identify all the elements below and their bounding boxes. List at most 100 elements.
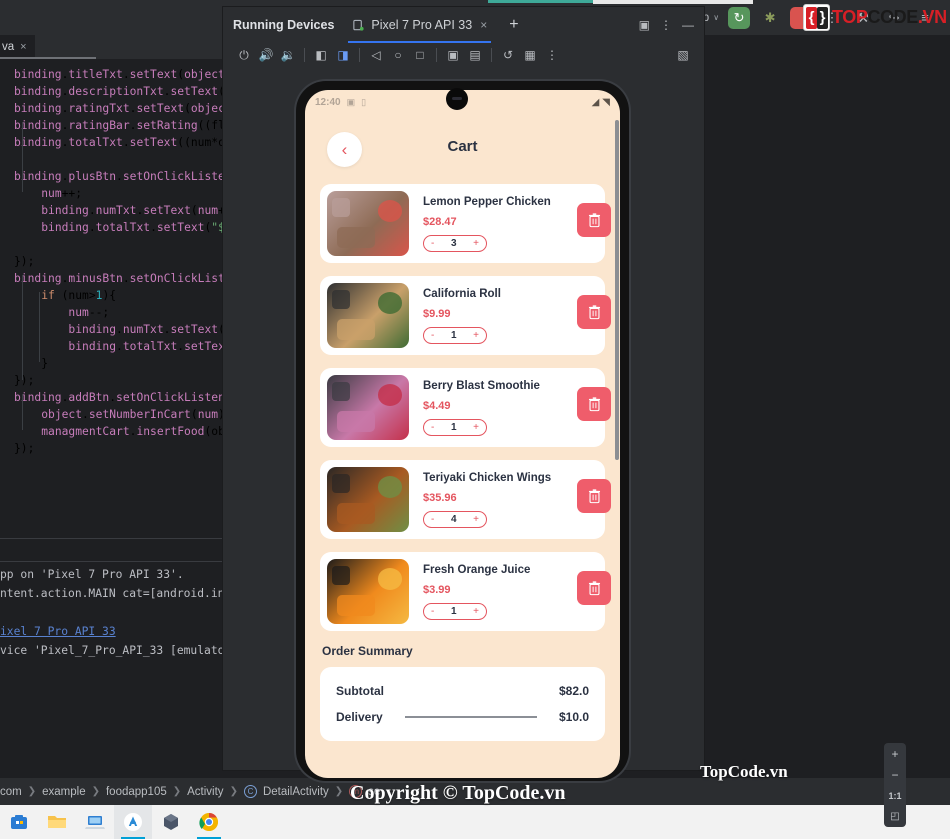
delete-item-button[interactable]	[577, 479, 611, 513]
watermark-bottom: Copyright © TopCode.vn	[350, 782, 566, 804]
actual-size-button[interactable]: 1:1	[884, 785, 906, 806]
code-line: num--;	[68, 306, 110, 319]
ui-inspector-icon[interactable]: ▦	[519, 44, 541, 66]
increment-button[interactable]: +	[473, 514, 479, 525]
device-explorer-icon[interactable]: ▧	[672, 44, 694, 66]
back-icon[interactable]: ◁	[365, 44, 387, 66]
breadcrumb-item-example[interactable]: example	[42, 786, 85, 798]
zoom-in-button[interactable]: +	[884, 743, 906, 764]
decrement-button[interactable]: -	[431, 238, 434, 249]
item-price: $9.99	[423, 307, 451, 320]
quantity-stepper[interactable]: - 3 +	[423, 234, 487, 252]
breadcrumb-item-foodapp105[interactable]: foodapp105	[106, 786, 167, 798]
logo-brace-left: {	[806, 6, 817, 29]
breadcrumb-label: com	[0, 785, 22, 798]
breadcrumb-item-activity[interactable]: Activity	[187, 786, 223, 798]
overview-icon[interactable]: □	[409, 44, 431, 66]
breadcrumb-separator: ❯	[229, 786, 238, 797]
power-icon[interactable]: ⏻	[233, 44, 255, 66]
close-icon[interactable]: ×	[480, 18, 487, 32]
quantity-stepper[interactable]: - 1 +	[423, 602, 487, 620]
quantity-stepper[interactable]: - 1 +	[423, 326, 487, 344]
close-icon[interactable]: ×	[20, 41, 26, 53]
indent-guide	[22, 275, 23, 380]
file-explorer-icon[interactable]	[38, 805, 76, 839]
breadcrumb-item-com[interactable]: com	[0, 786, 22, 798]
cart-item-row[interactable]: Berry Blast Smoothie $4.49 - 1 +	[320, 368, 611, 447]
logo-brace-right: }	[817, 6, 828, 29]
windows-taskbar	[0, 805, 950, 839]
quantity-stepper[interactable]: - 4 +	[423, 510, 487, 528]
rotate-left-icon[interactable]: ◧	[310, 44, 332, 66]
run-console-output[interactable]: pp on 'Pixel 7 Pro API 33'. ntent.action.…	[0, 565, 222, 777]
more-options-button[interactable]: ⋮	[660, 18, 672, 32]
decrement-button[interactable]: -	[431, 422, 434, 433]
increment-button[interactable]: +	[473, 330, 479, 341]
emulator-toolbar: ⏻ 🔊 🔉 ◧ ◨ ◁ ○ □ ▣ ▤ ↺ ▦ ⋮ ▧	[223, 43, 704, 67]
volume-up-icon[interactable]: 🔊	[255, 44, 277, 66]
cart-item-row[interactable]: Lemon Pepper Chicken $28.47 - 3 +	[320, 184, 611, 263]
quantity-value: 3	[450, 237, 457, 249]
decrement-button[interactable]: -	[431, 330, 434, 341]
android-studio-icon[interactable]	[114, 805, 152, 839]
summary-value: $82.0	[558, 684, 589, 698]
editor-tab-underline	[0, 57, 96, 59]
minimize-button[interactable]: —	[682, 18, 694, 32]
history-icon[interactable]: ↺	[497, 44, 519, 66]
microsoft-store-icon[interactable]	[0, 805, 38, 839]
fit-to-screen-button[interactable]: ◰	[884, 806, 906, 827]
home-icon[interactable]: ○	[387, 44, 409, 66]
breadcrumb-label: example	[42, 785, 86, 798]
delete-item-button[interactable]	[577, 295, 611, 329]
cart-item-row[interactable]: California Roll $9.99 - 1 +	[320, 276, 611, 355]
increment-button[interactable]: +	[473, 238, 479, 249]
summary-value: $10.0	[558, 710, 589, 724]
increment-button[interactable]: +	[473, 422, 479, 433]
cart-item-row[interactable]: Fresh Orange Juice $3.99 - 1 +	[320, 552, 611, 631]
volume-down-icon[interactable]: 🔉	[277, 44, 299, 66]
increment-button[interactable]: +	[473, 606, 479, 617]
watermark-right: TopCode.vn	[700, 762, 788, 781]
zoom-out-button[interactable]: −	[884, 764, 906, 785]
class-icon: C	[243, 785, 257, 798]
remote-desktop-icon[interactable]	[76, 805, 114, 839]
screenshot-icon[interactable]: ▣	[442, 44, 464, 66]
item-image	[327, 375, 409, 440]
tab-pixel-7-pro-api-33[interactable]: Pixel 7 Pro API 33 ×	[348, 7, 492, 43]
cart-scroll-area[interactable]: Lemon Pepper Chicken $28.47 - 3 + Califo	[305, 184, 620, 778]
order-summary-title: Order Summary	[322, 644, 413, 658]
code-editor[interactable]: binding.titleTxt.setText(object.ge bindin…	[0, 60, 222, 538]
summary-row: Delivery $10.0	[336, 704, 589, 730]
phone-screen[interactable]: 12:40 ▣ ▯ ◢ ◥ ‹ Cart Lemon Pepper Chicke…	[305, 90, 620, 778]
quantity-stepper[interactable]: - 1 +	[423, 418, 487, 436]
vertical-scrollbar[interactable]	[615, 120, 619, 460]
chrome-icon[interactable]	[190, 805, 228, 839]
delete-item-button[interactable]	[577, 203, 611, 237]
page-title: Cart	[447, 138, 478, 155]
console-line: ntent.action.MAIN cat=[android.inten	[0, 587, 222, 600]
code-line: });	[14, 255, 35, 268]
item-image	[327, 283, 409, 348]
code-line: });	[14, 374, 35, 387]
editor-tab-detailactivity[interactable]: va ×	[0, 35, 35, 59]
code-line: binding.totalTxt.setText((num*obj	[14, 136, 222, 149]
new-tab-button[interactable]: +	[509, 16, 518, 34]
debug-button[interactable]: ✱	[759, 7, 781, 29]
code-line: binding.ratingTxt.setText(object.	[14, 102, 222, 115]
run-button[interactable]: ↻	[728, 6, 751, 29]
delete-item-button[interactable]	[577, 571, 611, 605]
status-icon-1: ▣	[346, 96, 356, 107]
decrement-button[interactable]: -	[431, 606, 434, 617]
cart-item-row[interactable]: Teriyaki Chicken Wings $35.96 - 4 +	[320, 460, 611, 539]
rotate-right-icon[interactable]: ◨	[332, 44, 354, 66]
decrement-button[interactable]: -	[431, 514, 434, 525]
delete-item-button[interactable]	[577, 387, 611, 421]
record-icon[interactable]: ▤	[464, 44, 486, 66]
more-icon[interactable]: ⋮	[541, 44, 563, 66]
snapshot-button[interactable]: ▣	[639, 18, 650, 32]
code-line: binding.minusBtn.setOnClickListene	[14, 272, 222, 285]
breadcrumb-item-detailactivity[interactable]: C DetailActivity	[243, 785, 329, 798]
console-line[interactable]: ixel 7 Pro API 33	[0, 622, 222, 641]
virtualbox-icon[interactable]	[152, 805, 190, 839]
